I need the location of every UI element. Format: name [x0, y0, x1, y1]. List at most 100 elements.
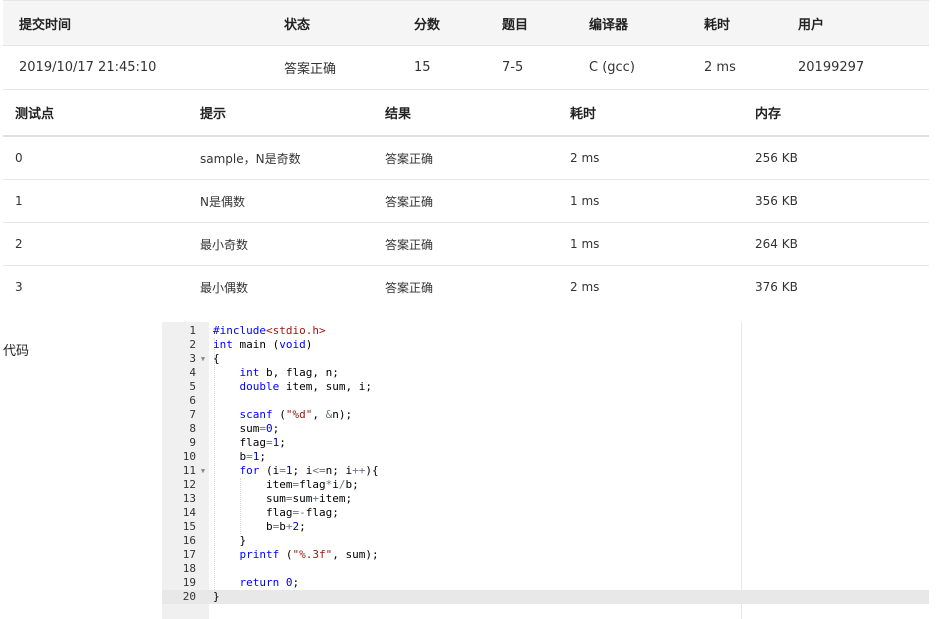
- case-result: 答案正确: [385, 151, 434, 166]
- submission-row: 2019/10/17 21:45:10 答案正确 15 7-5 C (gcc) …: [3, 46, 929, 90]
- code-line[interactable]: 8 sum=0;: [162, 422, 929, 436]
- line-number: 20: [182, 590, 196, 603]
- case-result: 答案正确: [385, 280, 434, 295]
- code-line[interactable]: 7 scanf ("%d", &n);: [162, 408, 929, 422]
- status-badge: 答案正确: [284, 62, 337, 77]
- case-time: 2 ms: [570, 151, 600, 165]
- code-text: for (i=1; i<=n; i++){: [239, 464, 379, 477]
- case-id: 2: [15, 237, 23, 251]
- code-line[interactable]: 12 item=flag*i/b;: [162, 478, 929, 492]
- line-number: 18: [182, 562, 196, 575]
- code-line[interactable]: 11 ▼ for (i=1; i<=n; i++){: [162, 464, 929, 478]
- code-text: scanf ("%d", &n);: [239, 408, 353, 421]
- code-text: b=b+2;: [213, 520, 306, 533]
- code-text: sum=0;: [213, 422, 280, 435]
- code-line[interactable]: 9 flag=1;: [162, 436, 929, 450]
- line-number: 10: [182, 450, 196, 463]
- submit-time: 2019/10/17 21:45:10: [19, 60, 157, 75]
- case-id: 3: [15, 280, 23, 294]
- submission-table: 提交时间 状态 分数 题目 编译器 耗时 用户 2019/10/17 21:45…: [3, 0, 929, 90]
- code-line[interactable]: 1 #include<stdio.h>: [162, 324, 929, 338]
- header-hint: 提示: [200, 106, 227, 122]
- case-hint: N是偶数: [200, 194, 245, 209]
- case-id: 1: [15, 194, 23, 208]
- header-elapsed: 耗时: [704, 17, 731, 33]
- header-problem: 题目: [502, 17, 529, 33]
- code-line[interactable]: 14 flag=-flag;: [162, 506, 929, 520]
- code-lines: 1 #include<stdio.h> 2 int main (void) 3 ▼{4 i…: [162, 324, 929, 604]
- code-line[interactable]: 13 sum=sum+item;: [162, 492, 929, 506]
- line-number: 12: [182, 478, 196, 491]
- code-editor[interactable]: 1 #include<stdio.h> 2 int main (void) 3 ▼{4 i…: [162, 322, 929, 619]
- line-number: 6: [189, 394, 196, 407]
- code-text: int main (void): [213, 338, 313, 351]
- code-text: flag=-flag;: [213, 506, 339, 519]
- case-time: 2 ms: [570, 280, 600, 294]
- code-line[interactable]: 10 b=1;: [162, 450, 929, 464]
- line-number: 4: [189, 366, 196, 379]
- user-value: 20199297: [798, 60, 865, 75]
- line-number: 19: [182, 576, 196, 589]
- case-result: 答案正确: [385, 237, 434, 252]
- code-line[interactable]: 3 ▼ {: [162, 352, 929, 366]
- code-text: int b, flag, n;: [239, 366, 339, 379]
- line-number: 5: [189, 380, 196, 393]
- testcase-table: 测试点 提示 结果 耗时 内存 0 sample，N是奇数 答案正确 2 ms …: [3, 89, 929, 308]
- header-case-id: 测试点: [15, 106, 55, 122]
- case-memory: 356 KB: [755, 194, 798, 208]
- code-line[interactable]: 18: [162, 562, 929, 576]
- code-text: sum=sum+item;: [213, 492, 353, 505]
- code-line[interactable]: 19 return 0;: [162, 576, 929, 590]
- header-user: 用户: [798, 17, 825, 33]
- header-status: 状态: [284, 17, 311, 33]
- code-text: double item, sum, i;: [239, 380, 372, 393]
- case-id: 0: [15, 151, 23, 165]
- line-number: 17: [182, 548, 196, 561]
- line-number: 9: [189, 436, 196, 449]
- table-row: 1 N是偶数 答案正确 1 ms 356 KB: [3, 180, 929, 223]
- code-line[interactable]: 4 int b, flag, n;: [162, 366, 929, 380]
- line-number: 3: [189, 352, 196, 365]
- case-time: 1 ms: [570, 237, 600, 251]
- line-number: 16: [182, 534, 196, 547]
- case-result: 答案正确: [385, 194, 434, 209]
- code-text: #include<stdio.h>: [213, 324, 326, 337]
- line-number: 7: [189, 408, 196, 421]
- code-text: b=1;: [213, 450, 266, 463]
- problem-link[interactable]: 7-5: [502, 46, 523, 89]
- case-memory: 256 KB: [755, 151, 798, 165]
- compiler-value: C (gcc): [589, 60, 635, 75]
- testcase-header-row: 测试点 提示 结果 耗时 内存: [3, 89, 929, 137]
- fold-toggle-icon[interactable]: ▼: [199, 464, 207, 478]
- table-row: 2 最小奇数 答案正确 1 ms 264 KB: [3, 223, 929, 266]
- code-label: 代码: [3, 344, 30, 359]
- code-line[interactable]: 6: [162, 394, 929, 408]
- case-hint: sample，N是奇数: [200, 151, 301, 166]
- line-number: 11: [182, 464, 196, 477]
- case-hint: 最小奇数: [200, 237, 249, 252]
- fold-toggle-icon[interactable]: ▼: [199, 352, 207, 366]
- code-text: printf ("%.3f", sum);: [239, 548, 379, 561]
- code-line[interactable]: 16 }: [162, 534, 929, 548]
- code-line[interactable]: 15 b=b+2;: [162, 520, 929, 534]
- code-text: return 0;: [239, 576, 300, 589]
- case-memory: 376 KB: [755, 280, 798, 294]
- code-line[interactable]: 5 double item, sum, i;: [162, 380, 929, 394]
- line-number: 2: [189, 338, 196, 351]
- header-score: 分数: [414, 17, 441, 33]
- line-number: 15: [182, 520, 196, 533]
- code-line[interactable]: 20}: [162, 590, 929, 604]
- code-text: }: [213, 534, 247, 547]
- line-number: 1: [189, 324, 196, 337]
- code-line[interactable]: 2 int main (void): [162, 338, 929, 352]
- header-compiler: 编译器: [589, 17, 629, 33]
- table-row: 0 sample，N是奇数 答案正确 2 ms 256 KB: [3, 137, 929, 180]
- code-text: item=flag*i/b;: [213, 478, 359, 491]
- code-text: flag=1;: [213, 436, 286, 449]
- header-case-time: 耗时: [570, 106, 597, 122]
- code-line[interactable]: 17 printf ("%.3f", sum);: [162, 548, 929, 562]
- score-value: 15: [414, 60, 431, 75]
- case-hint: 最小偶数: [200, 280, 249, 295]
- code-text: {: [213, 352, 220, 365]
- header-submit-time: 提交时间: [19, 17, 72, 33]
